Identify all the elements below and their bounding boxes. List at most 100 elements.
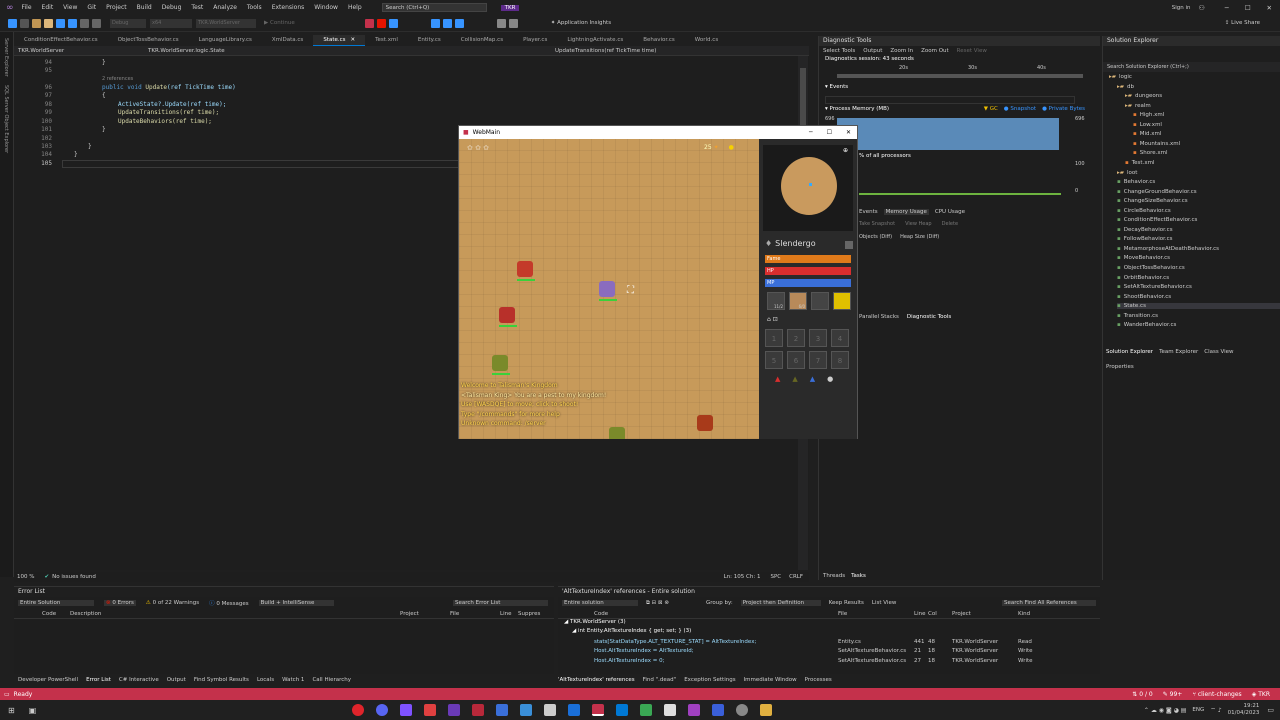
solution-item[interactable]: ▸▰ realm xyxy=(1125,103,1151,109)
game-window[interactable]: ■ WebMain ─ ☐ ✕ ✿ ✿ ✿ 25 ✦ ● ⛶ Welcome t… xyxy=(458,125,858,439)
tab-test-xml[interactable]: Test.xml xyxy=(365,35,408,46)
menu-item-view[interactable]: View xyxy=(63,4,77,11)
back-icon[interactable] xyxy=(8,18,17,28)
inventory-slot[interactable]: 1 xyxy=(765,329,783,347)
options-icon[interactable]: ✿ ✿ ✿ xyxy=(467,144,489,152)
network-icon[interactable]: ⌔ ♪ xyxy=(1210,706,1221,714)
parallel-stacks-tab[interactable]: Parallel Stacks xyxy=(859,314,899,320)
refs-col-kind[interactable]: Kind xyxy=(1018,611,1030,617)
keep-results-toggle[interactable]: Keep Results xyxy=(829,600,864,606)
bookmark-icon[interactable] xyxy=(496,18,506,28)
reset-view-button[interactable]: Reset View xyxy=(957,48,987,54)
discord-icon[interactable] xyxy=(376,704,389,716)
bottom-tab[interactable]: Call Hierarchy xyxy=(312,677,351,683)
game-app-icon[interactable] xyxy=(592,704,605,716)
cpu-graph[interactable] xyxy=(859,193,1061,195)
solution-item[interactable]: ▪ FollowBehavior.cs xyxy=(1117,236,1173,242)
app-icon[interactable] xyxy=(448,704,461,716)
solution-item[interactable]: ▪ ShootBehavior.cs xyxy=(1117,294,1171,300)
build-dropdown[interactable]: Build + IntelliSense xyxy=(258,600,334,606)
search-box[interactable]: Search (Ctrl+Q) xyxy=(381,3,487,12)
app-icon[interactable] xyxy=(736,704,749,716)
app-icon[interactable] xyxy=(568,704,581,716)
solution-item[interactable]: ▪ Shore.xml xyxy=(1133,150,1168,156)
language-indicator[interactable]: ENG xyxy=(1192,707,1204,713)
col-code[interactable]: Code xyxy=(42,611,70,617)
tab-conditioneffectbehavior-cs[interactable]: ConditionEffectBehavior.cs xyxy=(14,35,108,46)
timeline-ruler[interactable] xyxy=(837,74,1083,78)
delete-button[interactable]: Delete xyxy=(942,221,958,227)
refs-col-project[interactable]: Project xyxy=(952,611,1018,617)
config-dropdown[interactable]: Debug xyxy=(110,18,146,28)
col-project[interactable]: Project xyxy=(400,611,450,617)
enemy-sprite[interactable] xyxy=(492,355,508,371)
step-into-icon[interactable] xyxy=(430,18,440,28)
git-branch[interactable]: ⑂ client-changes xyxy=(1192,691,1241,698)
clock[interactable]: 19:21 01/04/2023 xyxy=(1228,703,1260,717)
inventory-slot[interactable]: 8 xyxy=(831,351,849,369)
mp-potion-icon[interactable]: ▲ xyxy=(810,375,815,383)
solution-item[interactable]: ▪ WanderBehavior.cs xyxy=(1117,322,1176,328)
zoom-level[interactable]: 100 % xyxy=(17,574,34,580)
refs-group-definition[interactable]: ◢ int Entity.AltTextureIndex { get; set;… xyxy=(558,628,1100,637)
ability-slot[interactable]: 6/0 xyxy=(789,292,807,310)
app-icon[interactable] xyxy=(424,704,437,716)
refs-col-col[interactable]: Col xyxy=(928,611,952,617)
memory-graph[interactable] xyxy=(837,118,1059,150)
diag-tab-memory[interactable]: Memory Usage xyxy=(883,209,929,215)
solution-item[interactable]: ▪ Transition.cs xyxy=(1117,313,1158,319)
enemy-sprite[interactable] xyxy=(517,261,533,277)
game-minimize-button[interactable]: ─ xyxy=(809,129,813,136)
solution-item[interactable]: ▪ Test.xml xyxy=(1125,160,1154,166)
tab-languagelibrary-cs[interactable]: LanguageLibrary.cs xyxy=(189,35,262,46)
zoom-out-button[interactable]: Zoom Out xyxy=(921,48,949,54)
close-tab-icon[interactable]: ✕ xyxy=(351,37,356,43)
solution-item[interactable]: ▪ Mountains.xml xyxy=(1133,141,1180,147)
inventory-slot[interactable]: 2 xyxy=(787,329,805,347)
solution-item[interactable]: ▪ ConditionEffectBehavior.cs xyxy=(1117,217,1197,223)
bottom-tab-right[interactable]: Processes xyxy=(805,677,832,683)
col-description[interactable]: Description xyxy=(70,611,400,617)
pause-icon[interactable] xyxy=(364,18,374,28)
git-repo[interactable]: ◈ TKR xyxy=(1252,691,1270,698)
hp-potion-icon[interactable]: ▲ xyxy=(775,375,780,383)
solution-item[interactable]: ▪ High.xml xyxy=(1133,112,1164,118)
bottom-tab[interactable]: Developer PowerShell xyxy=(18,677,78,683)
inventory-slot[interactable]: 6 xyxy=(787,351,805,369)
scope-dropdown[interactable]: Entire Solution xyxy=(18,600,94,606)
game-viewport[interactable]: ✿ ✿ ✿ 25 ✦ ● ⛶ Welcome to Talisman's Kin… xyxy=(459,139,759,439)
app-icon[interactable] xyxy=(640,704,653,716)
save-all-icon[interactable] xyxy=(68,18,77,28)
menu-item-project[interactable]: Project xyxy=(106,4,127,11)
menu-item-test[interactable]: Test xyxy=(191,4,203,11)
refs-col-line[interactable]: Line xyxy=(914,611,928,617)
tab-xmldata-cs[interactable]: XmlData.cs xyxy=(262,35,313,46)
bottom-tab-right[interactable]: Exception Settings xyxy=(684,677,735,683)
col-file[interactable]: File xyxy=(450,611,500,617)
solution-item[interactable]: ▪ State.cs xyxy=(1117,303,1280,310)
class-view-tab[interactable]: Class View xyxy=(1204,349,1233,355)
git-commits[interactable]: ✎ 99+ xyxy=(1163,691,1183,698)
restart-icon[interactable] xyxy=(388,18,398,28)
solution-item[interactable]: ▪ Behavior.cs xyxy=(1117,179,1155,185)
menu-item-help[interactable]: Help xyxy=(348,4,362,11)
solution-item[interactable]: ▪ SetAltTextureBehavior.cs xyxy=(1117,284,1192,290)
take-snapshot-button[interactable]: Take Snapshot xyxy=(859,221,895,227)
nav-project[interactable]: TKR.WorldServer xyxy=(14,48,142,54)
bottom-tab-right[interactable]: 'AltTextureIndex' references xyxy=(558,677,635,683)
explorer-icon[interactable] xyxy=(760,704,773,716)
zoom-in-button[interactable]: Zoom In xyxy=(890,48,913,54)
events-header[interactable]: ▾ Events xyxy=(825,84,848,90)
messages-filter[interactable]: ⓘ 0 Messages xyxy=(209,599,248,607)
errors-filter[interactable]: ⊗ 0 Errors xyxy=(104,600,136,606)
solution-item[interactable]: ▪ ObjectTossBehavior.cs xyxy=(1117,265,1185,271)
reference-row[interactable]: Host.AltTextureIndex = 0; SetAltTextureBe… xyxy=(558,656,1100,666)
code-lens-references[interactable]: 2 references xyxy=(102,76,133,82)
bookmark-next-icon[interactable] xyxy=(508,18,518,28)
refs-scope-dropdown[interactable]: Entire solution xyxy=(562,600,638,606)
spc-label[interactable]: SPC xyxy=(770,574,781,580)
heap-diff-col[interactable]: Heap Size (Diff) xyxy=(900,234,939,240)
menu-item-debug[interactable]: Debug xyxy=(162,4,182,11)
bottom-tab[interactable]: Watch 1 xyxy=(282,677,304,683)
git-changes[interactable]: ⇅ 0 / 0 xyxy=(1132,691,1152,698)
